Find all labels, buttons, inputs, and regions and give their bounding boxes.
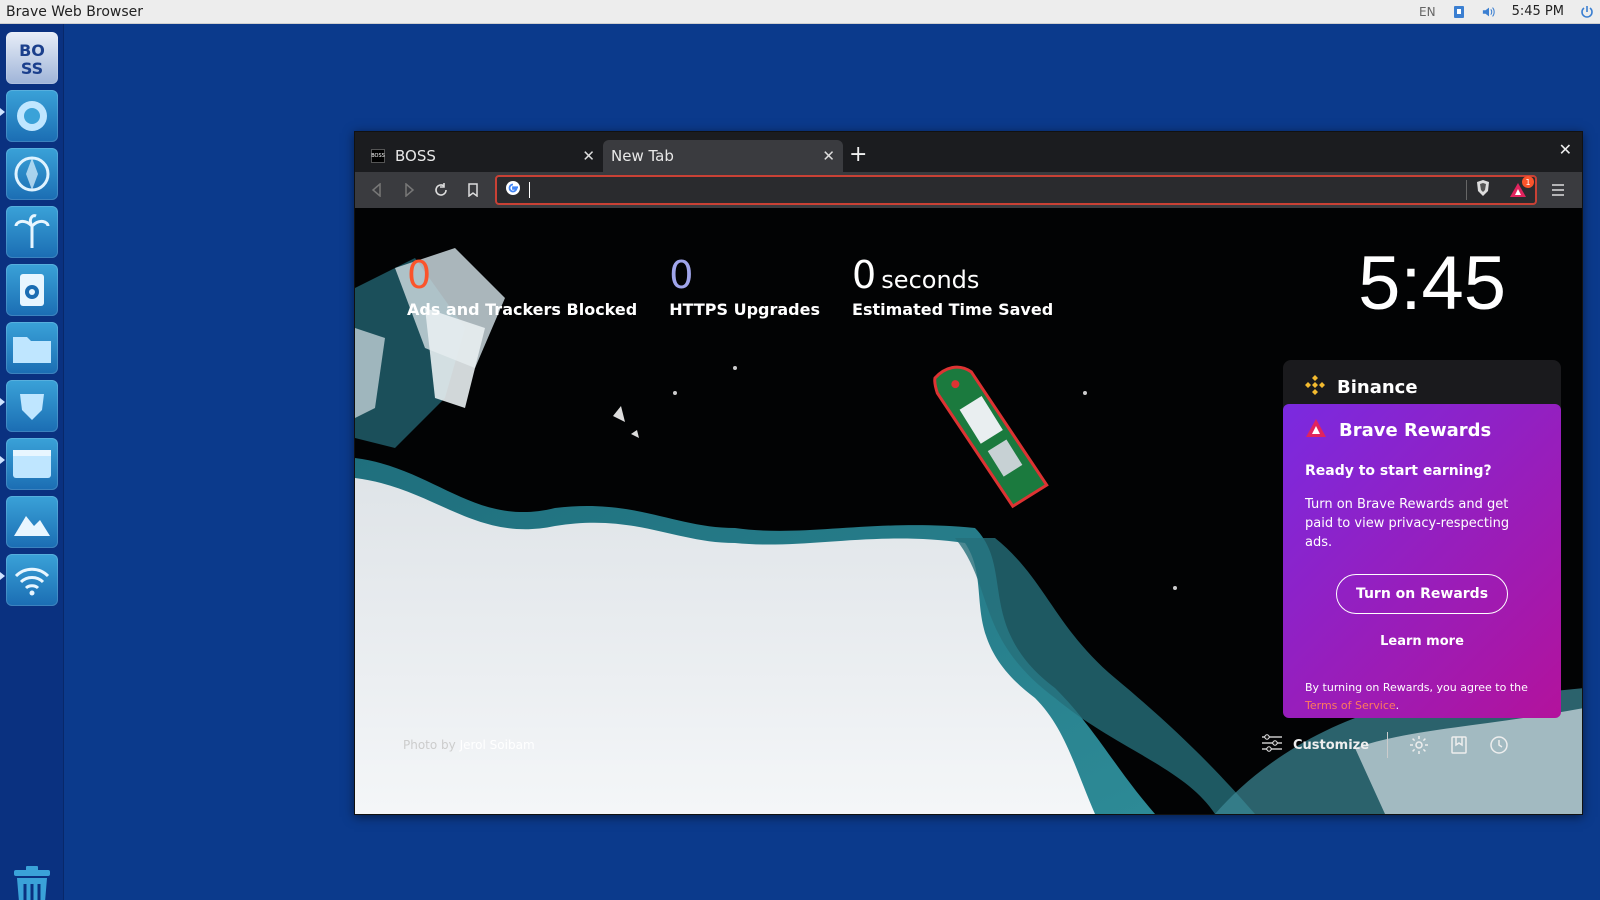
system-tray: EN 5:45 PM xyxy=(1419,4,1594,19)
terms-of-service-link[interactable]: Terms of Service xyxy=(1305,699,1396,712)
photo-credit-prefix: Photo by xyxy=(403,738,456,752)
new-tab-button[interactable]: + xyxy=(849,144,867,166)
customize-label: Customize xyxy=(1293,737,1370,753)
stat-value: 0 xyxy=(852,253,877,297)
brave-rewards-icon[interactable]: 1 xyxy=(1509,176,1534,198)
stat-value: 0 xyxy=(669,253,694,297)
menu-icon[interactable] xyxy=(1542,174,1574,206)
close-tab-icon[interactable]: ✕ xyxy=(582,147,595,165)
dock: BO SS xyxy=(0,24,64,900)
tab-new-tab[interactable]: New Tab ✕ xyxy=(603,140,843,172)
bookmark-icon[interactable] xyxy=(457,174,489,206)
stat-label: Estimated Time Saved xyxy=(852,300,1054,319)
forward-icon[interactable] xyxy=(393,174,425,206)
stat-time-saved: 0 seconds Estimated Time Saved xyxy=(852,252,1053,319)
tos-prefix: By turning on Rewards, you agree to the xyxy=(1305,681,1528,694)
speaker-icon[interactable] xyxy=(6,264,58,316)
new-tab-page: 0 Ads and Trackers Blocked 0 HTTPS Upgra… xyxy=(355,208,1582,814)
brave-rewards-logo-icon xyxy=(1305,418,1327,443)
rewards-description: Turn on Brave Rewards and get paid to vi… xyxy=(1305,497,1510,550)
learn-more-link[interactable]: Learn more xyxy=(1305,634,1539,649)
customize-button[interactable]: Customize xyxy=(1261,733,1369,757)
window-close-icon[interactable]: ✕ xyxy=(1559,140,1572,159)
stat-https-upgrades: 0 HTTPS Upgrades xyxy=(669,252,820,319)
trash-icon[interactable] xyxy=(10,866,54,900)
binance-title: Binance xyxy=(1337,376,1418,398)
stat-ads-blocked: 0 Ads and Trackers Blocked xyxy=(407,252,637,319)
rewards-tos-text: By turning on Rewards, you agree to the … xyxy=(1305,679,1539,715)
clock-text[interactable]: 5:45 PM xyxy=(1512,4,1564,19)
omnibox-separator xyxy=(1466,180,1467,200)
aperture-icon[interactable] xyxy=(6,148,58,200)
stat-value: 0 xyxy=(407,253,432,297)
running-indicator xyxy=(0,108,5,116)
stats-panel: 0 Ads and Trackers Blocked 0 HTTPS Upgra… xyxy=(407,252,1053,319)
reload-icon[interactable] xyxy=(425,174,457,206)
ntp-controls: Customize xyxy=(1261,732,1512,758)
binance-icon xyxy=(1303,373,1327,402)
volume-icon[interactable] xyxy=(1482,5,1496,19)
settings-gear-icon[interactable] xyxy=(1406,732,1432,758)
svg-text:SS: SS xyxy=(21,59,43,78)
tab-title: New Tab xyxy=(611,147,674,165)
tab-title: BOSS xyxy=(395,147,436,165)
mountain-icon[interactable] xyxy=(6,496,58,548)
running-indicator xyxy=(0,572,5,580)
stat-label: Ads and Trackers Blocked xyxy=(407,300,638,319)
palm-tree-icon[interactable] xyxy=(6,206,58,258)
top-panel: Brave Web Browser EN 5:45 PM xyxy=(0,0,1600,24)
active-app-title: Brave Web Browser xyxy=(6,3,143,20)
controls-separator xyxy=(1387,732,1389,758)
settings-gear-icon[interactable] xyxy=(6,90,58,142)
tab-boss[interactable]: BOSS BOSS ✕ xyxy=(363,140,603,172)
svg-text:BO: BO xyxy=(19,41,45,60)
boss-favicon-icon: BOSS xyxy=(371,149,385,163)
network-icon[interactable] xyxy=(1452,5,1466,19)
google-search-icon xyxy=(505,180,521,200)
stat-unit: seconds xyxy=(881,266,980,294)
stat-label: HTTPS Upgrades xyxy=(669,300,821,319)
folder-icon[interactable] xyxy=(6,322,58,374)
photo-credit: Photo by Jerol Soibam xyxy=(403,738,535,752)
running-indicator xyxy=(0,456,5,464)
turn-on-rewards-button[interactable]: Turn on Rewards xyxy=(1336,574,1508,614)
sliders-icon xyxy=(1261,733,1283,757)
brave-shields-icon[interactable] xyxy=(1475,179,1491,201)
rewards-badge: 1 xyxy=(1522,176,1534,188)
tos-suffix: . xyxy=(1395,699,1400,712)
wifi-icon[interactable] xyxy=(6,554,58,606)
boss-logo-icon[interactable]: BO SS xyxy=(6,32,58,84)
rewards-title: Brave Rewards xyxy=(1339,420,1492,441)
brave-lion-icon[interactable] xyxy=(6,380,58,432)
ntp-clock: 5:45 xyxy=(1358,241,1506,326)
history-icon[interactable] xyxy=(1486,732,1512,758)
back-icon[interactable] xyxy=(361,174,393,206)
browser-window: BOSS BOSS ✕ New Tab ✕ + ✕ 1 0 Ads and Tr… xyxy=(354,131,1583,815)
bookmarks-icon[interactable] xyxy=(1446,732,1472,758)
keyboard-layout-indicator[interactable]: EN xyxy=(1419,5,1436,19)
brave-rewards-widget: Brave Rewards Ready to start earning? Tu… xyxy=(1283,404,1561,718)
running-indicator xyxy=(0,398,5,406)
terminal-icon[interactable] xyxy=(6,438,58,490)
tab-strip: BOSS BOSS ✕ New Tab ✕ + ✕ xyxy=(355,132,1582,172)
rewards-subtitle: Ready to start earning? xyxy=(1305,463,1492,479)
close-tab-icon[interactable]: ✕ xyxy=(822,147,835,165)
photo-credit-author[interactable]: Jerol Soibam xyxy=(460,738,535,752)
power-icon[interactable] xyxy=(1580,5,1594,19)
toolbar: 1 xyxy=(355,172,1582,208)
address-input[interactable] xyxy=(529,182,1458,198)
address-bar[interactable]: 1 xyxy=(495,175,1537,205)
